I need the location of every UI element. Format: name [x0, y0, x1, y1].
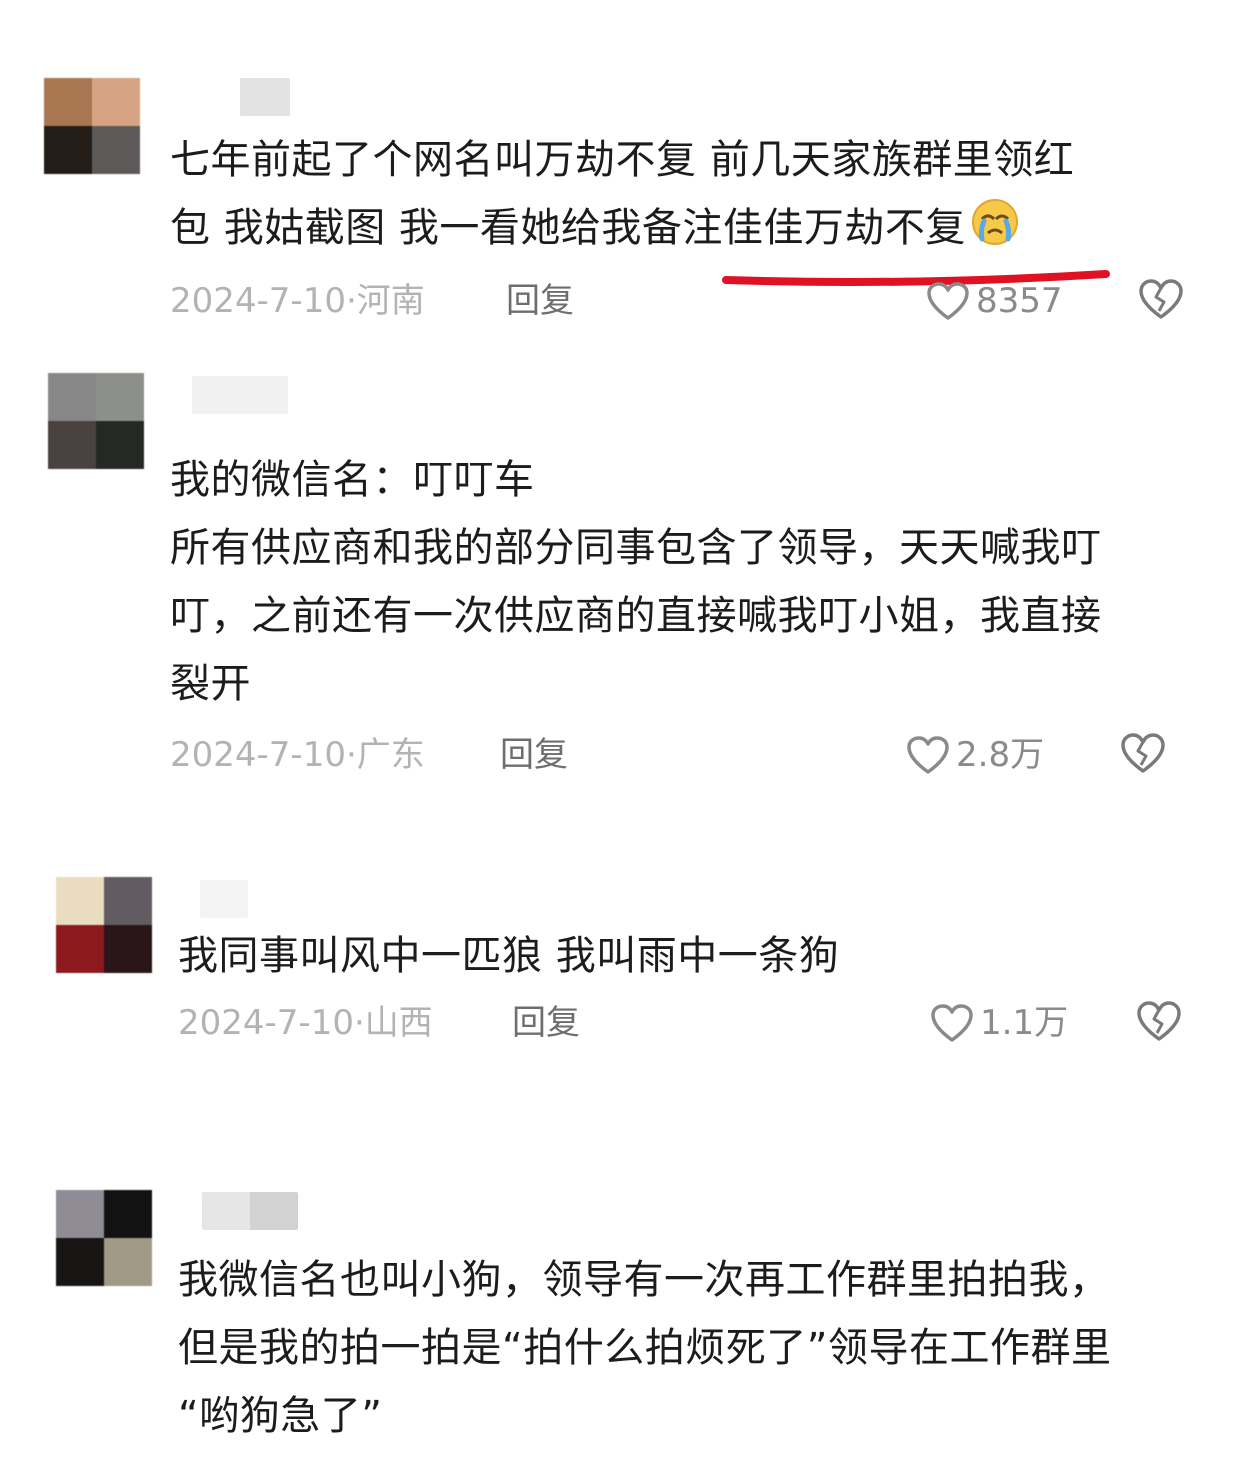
comment-line: 七年前起了个网名叫万劫不复 前几天家族群里领红	[170, 137, 1075, 183]
comment-date: 2024-7-10	[178, 1003, 354, 1043]
username-blurred[interactable]	[240, 78, 290, 116]
username-blurred[interactable]	[202, 1192, 298, 1230]
comment-line: 包 我姑截图 我一看她给我备注佳佳万劫不复	[170, 194, 1170, 268]
comment-location: 广东	[356, 735, 425, 775]
avatar[interactable]	[56, 877, 152, 973]
heart-icon	[907, 736, 949, 774]
dislike-button[interactable]	[1136, 1000, 1182, 1056]
avatar[interactable]	[44, 78, 140, 174]
broken-heart-icon	[1139, 279, 1183, 319]
username-blurred[interactable]	[192, 376, 288, 414]
meta-separator: ·	[345, 735, 357, 775]
meta-separator: ·	[345, 281, 357, 321]
crying-face-emoji-icon	[970, 197, 1020, 268]
reply-button[interactable]: 回复	[512, 998, 580, 1048]
comment-line: 但是我的拍一拍是“拍什么拍烦死了”领导在工作群里	[178, 1325, 1112, 1371]
avatar[interactable]	[56, 1190, 152, 1286]
dislike-button[interactable]	[1138, 278, 1184, 334]
comment-meta: 2024-7-10·河南 回复 8357	[170, 276, 1230, 326]
broken-heart-icon	[1137, 1001, 1181, 1041]
like-count: 2.8万	[956, 735, 1045, 775]
avatar[interactable]	[48, 373, 144, 469]
heart-icon	[927, 282, 969, 320]
comment-line: 所有供应商和我的部分同事包含了领导，天天喊我叮	[170, 525, 1102, 571]
heart-icon	[931, 1004, 973, 1042]
comment-line: 叮，之前还有一次供应商的直接喊我叮小姐，我直接	[170, 593, 1102, 639]
comment-line: 我同事叫风中一匹狼 我叫雨中一条狗	[178, 933, 840, 979]
comment-date: 2024-7-10	[170, 735, 346, 775]
username-blurred[interactable]	[200, 880, 248, 918]
comment-text: 我同事叫风中一匹狼 我叫雨中一条狗	[178, 922, 1178, 990]
comment-meta: 2024-7-10·山西 回复 1.1万	[178, 998, 1238, 1048]
comment-line: “哟狗急了”	[178, 1393, 383, 1439]
reply-button[interactable]: 回复	[500, 730, 568, 780]
comment-text: 七年前起了个网名叫万劫不复 前几天家族群里领红 包 我姑截图 我一看她给我备注佳…	[170, 126, 1170, 268]
comment-meta: 2024-7-10·广东 回复 2.8万	[170, 730, 1230, 780]
comment-text: 我的微信名：叮叮车 所有供应商和我的部分同事包含了领导，天天喊我叮 叮，之前还有…	[170, 446, 1170, 718]
comment-line-text: 包 我姑截图 我一看她给我备注佳佳万劫不复	[170, 205, 966, 251]
comment-location: 山西	[364, 1003, 433, 1043]
comment-location: 河南	[356, 281, 425, 321]
comment-line: 我的微信名：叮叮车	[170, 457, 535, 503]
like-count: 1.1万	[980, 1003, 1069, 1043]
like-button[interactable]: 1.1万	[930, 998, 1068, 1048]
meta-separator: ·	[353, 1003, 365, 1043]
like-button[interactable]: 2.8万	[906, 730, 1044, 780]
like-button[interactable]: 8357	[926, 276, 1063, 326]
reply-button[interactable]: 回复	[506, 276, 574, 326]
dislike-button[interactable]	[1120, 732, 1166, 788]
comment-line: 我微信名也叫小狗，领导有一次再工作群里拍拍我，	[178, 1257, 1110, 1303]
like-count: 8357	[976, 281, 1063, 321]
comment-text: 我微信名也叫小狗，领导有一次再工作群里拍拍我， 但是我的拍一拍是“拍什么拍烦死了…	[178, 1246, 1178, 1450]
comment-line: 裂开	[170, 661, 251, 707]
broken-heart-icon	[1121, 733, 1165, 773]
comment-date: 2024-7-10	[170, 281, 346, 321]
